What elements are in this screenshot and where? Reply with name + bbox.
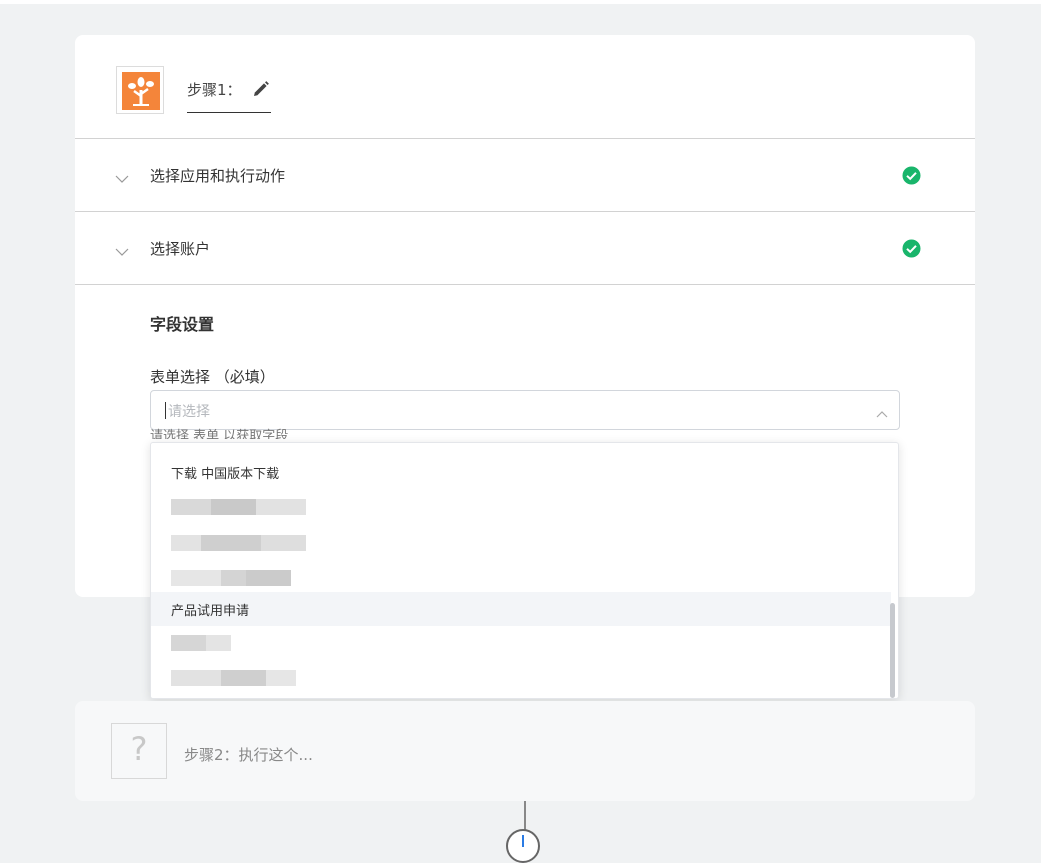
redacted-text [171,670,296,686]
check-circle-icon [902,239,921,258]
accordion-label: 选择账户 [150,240,211,258]
field-label: 表单选择 （必填） [150,368,275,386]
dropdown-option[interactable] [151,526,891,560]
check-circle-icon [902,166,921,185]
step2-title: 步骤2：执行这个... [184,746,313,764]
accordion-account[interactable]: 选择账户 [75,212,975,285]
select-dropdown: 下载 中国版本下载 产品试用申请 [150,442,899,699]
redacted-text [171,535,306,551]
dropdown-option[interactable] [151,490,891,524]
unknown-app-icon: ? [111,723,167,779]
accordion-label: 选择应用和执行动作 [150,167,286,185]
accordion-app-action[interactable]: 选择应用和执行动作 [75,139,975,212]
step1-header: 步骤1： [75,35,975,139]
text-caret [165,402,166,419]
select-placeholder: 请选择 [168,404,210,420]
tree-icon [122,72,160,110]
add-step-button[interactable] [506,829,540,863]
step2-card[interactable]: ? 步骤2：执行这个... [75,701,975,801]
redacted-text [171,499,306,515]
step-connector [524,801,526,831]
app-logo [116,66,164,114]
redacted-text [171,635,231,651]
step1-title: 步骤1： [187,81,242,99]
chevron-up-icon [876,405,888,418]
form-select[interactable]: 请选择 [150,390,900,430]
dropdown-scrollbar[interactable] [890,603,895,698]
dropdown-option[interactable] [151,661,891,695]
section-title: 字段设置 [150,315,215,334]
dropdown-option[interactable] [151,561,891,595]
option-label: 产品试用申请 [171,604,250,619]
step-title-field[interactable]: 步骤1： [187,77,271,113]
chevron-down-icon [115,242,129,256]
redacted-text [171,570,291,586]
pencil-icon[interactable] [251,79,271,99]
dropdown-option[interactable] [151,626,891,660]
dropdown-option[interactable]: 下载 中国版本下载 [151,455,891,489]
field-hint: 请选择 表单 以获取字段 [150,429,289,439]
option-label: 下载 中国版本下载 [171,467,280,482]
chevron-down-icon [115,169,129,183]
top-strip [0,0,1041,4]
dropdown-option[interactable]: 产品试用申请 [151,592,891,626]
question-mark-icon: ? [130,730,148,768]
plus-icon [522,835,524,847]
